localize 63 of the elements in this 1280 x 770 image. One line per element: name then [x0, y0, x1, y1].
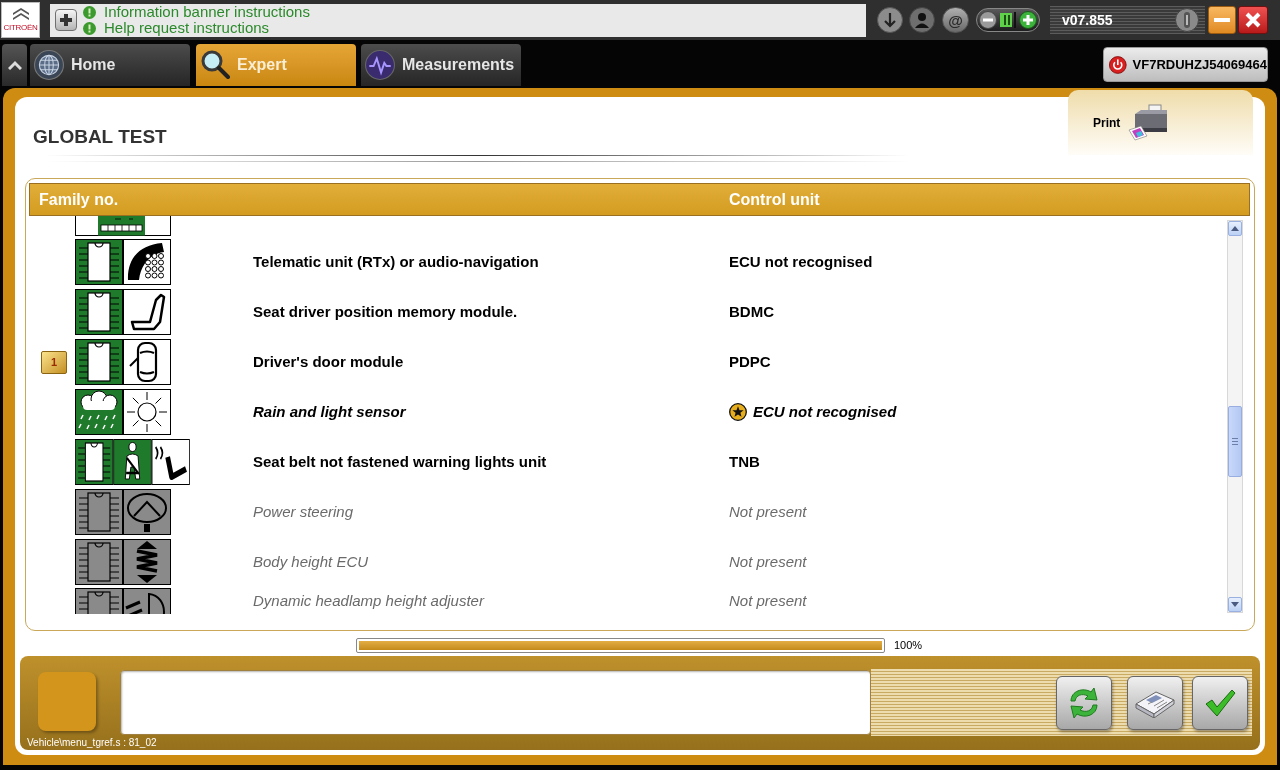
marker-tag: 1 — [41, 350, 67, 374]
module-icon — [75, 216, 171, 236]
caret-down-icon — [1231, 602, 1239, 607]
column-header: Family no. — [38, 189, 120, 210]
printer-icon — [1127, 104, 1170, 141]
scrollbar-thumb[interactable] — [1228, 406, 1242, 477]
scroll-up-button[interactable] — [1228, 221, 1242, 236]
nav-tab[interactable]: Home — [30, 44, 190, 86]
minimize-icon — [1214, 18, 1230, 22]
unit-name: Seat driver position memory module. — [253, 303, 519, 321]
progress-reading: 100% — [894, 638, 923, 654]
vin-button[interactable]: VF7RDUHZJ54069464 — [1103, 47, 1268, 82]
control-unit-status: ECU not recognised — [753, 403, 897, 421]
user-icon[interactable] — [909, 7, 935, 33]
minus-icon[interactable] — [979, 11, 997, 29]
chevron-up-icon — [7, 60, 22, 70]
waveform-icon — [365, 50, 395, 80]
control-unit-status: BDMC — [729, 303, 774, 321]
control-unit-status: ECU not recognised — [729, 253, 873, 271]
minimize-button[interactable] — [1208, 6, 1236, 34]
knob-icon[interactable] — [1175, 8, 1199, 32]
control-unit-status: PDPC — [729, 353, 771, 371]
unit-name: Rain and light sensor — [253, 403, 408, 421]
control-unit-status: Not present — [729, 503, 807, 521]
power-icon — [1109, 53, 1127, 76]
refresh-button[interactable] — [1056, 675, 1112, 730]
chevrons-logo-icon — [11, 8, 30, 20]
exclamation-icon — [83, 21, 96, 35]
column-header: Control unit — [729, 189, 820, 210]
confirm-button[interactable] — [1192, 675, 1248, 730]
email-button[interactable]: @ — [942, 7, 969, 33]
file-path: Vehicle\menu_tgref.s : 81_02 — [26, 736, 158, 749]
download-icon[interactable] — [877, 7, 903, 33]
unit-name: Seat belt not fastened warning lights unit — [253, 453, 548, 471]
control-unit-status: Not present — [729, 553, 807, 571]
plus-icon[interactable] — [1019, 11, 1037, 29]
globe-icon — [34, 50, 64, 80]
scroll-down-button[interactable] — [1228, 597, 1242, 612]
nav-tab[interactable]: Measurements — [361, 44, 521, 86]
unit-name: Body height ECU — [253, 553, 370, 571]
print-button[interactable]: Print — [1068, 90, 1253, 155]
level-bars-icon — [1000, 12, 1016, 28]
unit-name: Dynamic headlamp height adjuster — [253, 591, 486, 610]
logo-text: CITROËN — [3, 23, 38, 32]
exclamation-icon — [83, 5, 96, 19]
version-label: v07.855 — [1062, 10, 1113, 30]
control-unit-status: TNB — [729, 453, 760, 471]
banner-text: Information banner instructions — [104, 4, 310, 20]
caret-up-icon — [1231, 226, 1239, 231]
close-button[interactable] — [1238, 6, 1268, 34]
page-title: GLOBAL TEST — [33, 126, 168, 148]
unit-name: Telematic unit (RTx) or audio-navigation — [253, 253, 540, 271]
collapse-tab[interactable] — [2, 44, 27, 86]
close-icon — [1245, 12, 1261, 28]
magnifier-icon — [200, 50, 230, 80]
document-button[interactable] — [1127, 675, 1183, 730]
check-icon — [1204, 687, 1236, 718]
banner-text: Help request instructions — [104, 20, 270, 36]
add-button[interactable] — [55, 9, 77, 31]
unit-name: Power steering — [253, 503, 355, 521]
plus-icon — [59, 13, 73, 27]
unit-name: Driver's door module — [253, 353, 405, 371]
control-unit-status: Not present — [729, 591, 807, 610]
